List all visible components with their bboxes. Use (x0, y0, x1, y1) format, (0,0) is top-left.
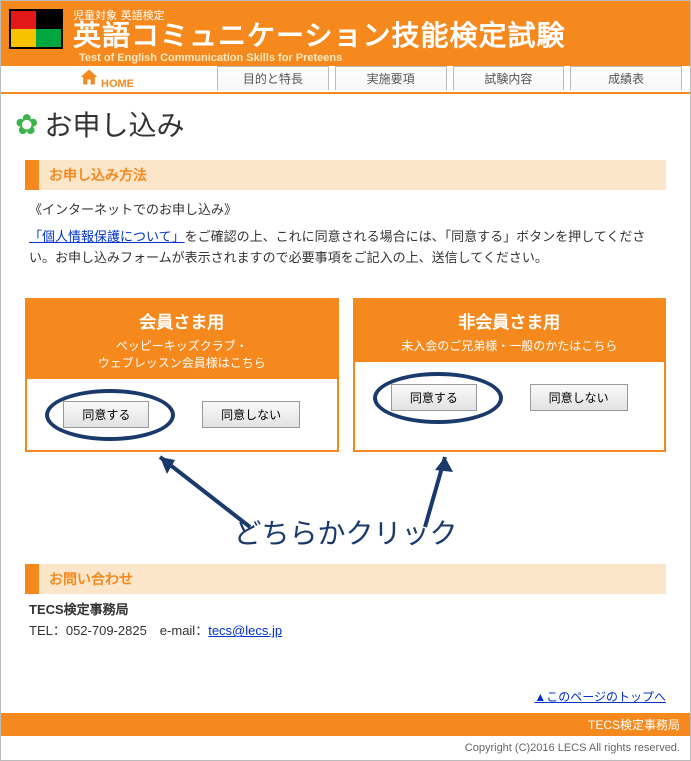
header-english-sub: Test of English Communication Skills for… (79, 52, 682, 64)
nonmember-box-sub: 未入会のご兄弟様・一般のかたはこちら (361, 337, 659, 354)
nonmember-agree-button[interactable]: 同意する (391, 384, 477, 411)
nav-tab-purpose[interactable]: 目的と特長 (217, 66, 329, 90)
logo-icon (9, 9, 63, 49)
copyright: Copyright (C)2016 LECS All rights reserv… (1, 736, 690, 760)
member-box-sub: ペッピーキッズクラブ・ ウェブレッスン会員様はこちら (33, 337, 331, 371)
privacy-link[interactable]: 「個人情報保護について」 (29, 229, 185, 244)
section-heading-application: お申し込み方法 (25, 160, 666, 190)
header-banner: 児童対象 英語検定 英語コミュニケーション技能検定試験 Test of Engl… (1, 1, 690, 66)
nav-tab-results[interactable]: 成績表 (570, 66, 682, 90)
annotation-text: どちらかクリック (25, 512, 666, 552)
nonmember-box: 非会員さま用 未入会のご兄弟様・一般のかたはこちら 同意する 同意しない (353, 298, 667, 452)
nav-tab-requirements[interactable]: 実施要項 (335, 66, 447, 90)
contact-org: TECS検定事務局 (29, 600, 662, 621)
nonmember-box-title: 非会員さま用 (361, 308, 659, 333)
section-heading-contact: お問い合わせ (25, 564, 666, 594)
nav-home[interactable]: HOME (79, 67, 134, 90)
home-icon (79, 67, 99, 90)
member-box-title: 会員さま用 (33, 308, 331, 333)
plan-box-row: 会員さま用 ペッピーキッズクラブ・ ウェブレッスン会員様はこちら 同意する 同意… (25, 298, 666, 452)
page-top-link[interactable]: ▲このページのトップへ (534, 690, 666, 704)
page-title: お申し込み (44, 104, 184, 144)
nonmember-disagree-button[interactable]: 同意しない (530, 384, 628, 411)
member-box: 会員さま用 ペッピーキッズクラブ・ ウェブレッスン会員様はこちら 同意する 同意… (25, 298, 339, 452)
nav-home-label: HOME (101, 78, 134, 90)
nav-bar: HOME 目的と特長 実施要項 試験内容 成績表 (1, 66, 690, 94)
clover-icon: ✿ (15, 108, 38, 141)
site-title: 英語コミュニケーション技能検定試験 (73, 22, 565, 50)
contact-email-link[interactable]: tecs@lecs.jp (208, 623, 282, 638)
contact-line: TEL：052-709-2825 e-mail： (29, 623, 208, 638)
member-disagree-button[interactable]: 同意しない (202, 401, 300, 428)
nav-tab-content[interactable]: 試験内容 (453, 66, 565, 90)
member-agree-button[interactable]: 同意する (63, 401, 149, 428)
sub-heading: 《インターネットでのお申し込み》 (29, 200, 662, 221)
footer-bar: TECS検定事務局 (1, 713, 690, 736)
